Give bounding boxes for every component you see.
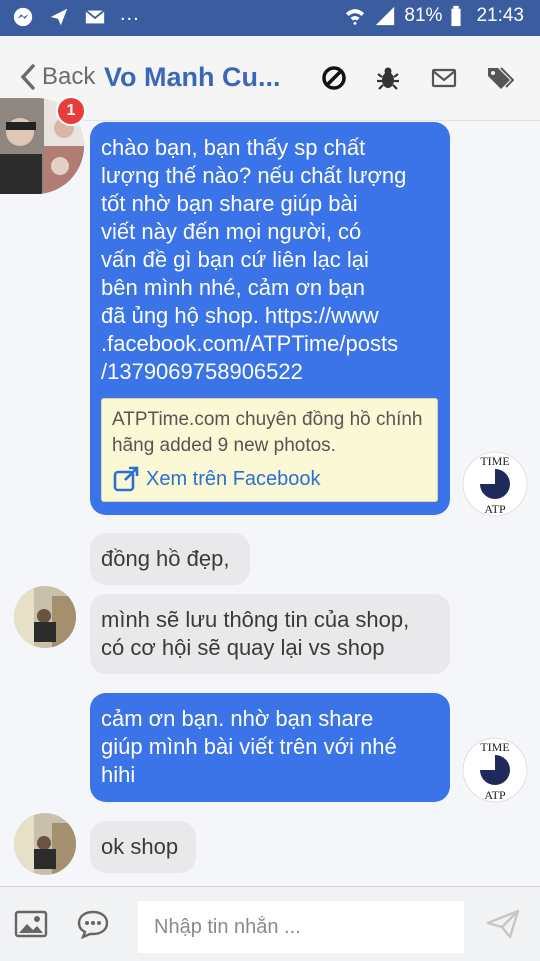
chevron-left-icon bbox=[20, 64, 35, 90]
logo-lettering: ATP bbox=[484, 502, 506, 516]
message-text: chào bạn, bạn thấy sp chất lượng thế nào… bbox=[101, 135, 407, 384]
notification-overflow: ... bbox=[120, 2, 140, 25]
wifi-icon bbox=[344, 5, 366, 27]
message-bubble-incoming: mình sẽ lưu thông tin của shop, có cơ hộ… bbox=[90, 594, 450, 674]
bug-icon[interactable] bbox=[374, 64, 402, 92]
status-bar: ... 81% 21:43 bbox=[0, 0, 540, 36]
shop-logo-avatar: TIME ATP bbox=[462, 451, 528, 517]
logo-lettering: TIME bbox=[480, 740, 509, 754]
message-text: đồng hồ đẹp, bbox=[101, 546, 230, 571]
back-button[interactable]: Back bbox=[20, 63, 95, 91]
link-preview-text: ATPTime.com chuyên đồng hồ chính hãng ad… bbox=[112, 409, 423, 456]
message-bubble-incoming: ok shop bbox=[90, 821, 196, 873]
external-link-icon bbox=[113, 466, 139, 492]
message-bubble-outgoing: cảm ơn bạn. nhờ bạn share giúp mình bài … bbox=[90, 693, 450, 802]
message-bubble-incoming: đồng hồ đẹp, bbox=[90, 533, 250, 585]
mail-icon[interactable] bbox=[430, 64, 458, 92]
sticker-chat-icon[interactable] bbox=[76, 909, 110, 939]
signal-icon bbox=[374, 5, 396, 27]
message-composer bbox=[0, 886, 540, 961]
message-bubble-outgoing: chào bạn, bạn thấy sp chất lượng thế nào… bbox=[90, 122, 450, 515]
battery-icon bbox=[450, 5, 462, 27]
message-input[interactable] bbox=[138, 901, 464, 953]
link-label: Xem trên Facebook bbox=[146, 468, 321, 490]
block-icon[interactable] bbox=[320, 64, 348, 92]
message-text: cảm ơn bạn. nhờ bạn share giúp mình bài … bbox=[101, 706, 397, 787]
clock: 21:43 bbox=[476, 5, 524, 26]
shop-logo-avatar: TIME ATP bbox=[462, 737, 528, 803]
mail-icon bbox=[84, 6, 106, 28]
contact-name[interactable]: Vo Manh Cu... bbox=[104, 62, 284, 93]
message-text: ok shop bbox=[101, 834, 179, 859]
view-on-facebook-link[interactable]: Xem trên Facebook bbox=[112, 465, 427, 493]
link-preview-card[interactable]: ATPTime.com chuyên đồng hồ chính hãng ad… bbox=[101, 398, 438, 502]
message-text: mình sẽ lưu thông tin của shop, có cơ hộ… bbox=[101, 607, 410, 660]
send-icon[interactable] bbox=[486, 909, 520, 939]
sender-avatar[interactable] bbox=[14, 813, 76, 875]
back-label: Back bbox=[42, 63, 96, 90]
messenger-icon bbox=[12, 6, 34, 28]
sender-avatar[interactable] bbox=[14, 586, 76, 648]
logo-lettering: TIME bbox=[480, 454, 509, 468]
image-icon[interactable] bbox=[14, 909, 48, 939]
logo-lettering: ATP bbox=[484, 788, 506, 802]
tag-icon[interactable] bbox=[486, 64, 514, 92]
battery-percent: 81% bbox=[404, 5, 443, 26]
unread-badge: 1 bbox=[56, 96, 86, 126]
send-icon bbox=[48, 6, 70, 28]
